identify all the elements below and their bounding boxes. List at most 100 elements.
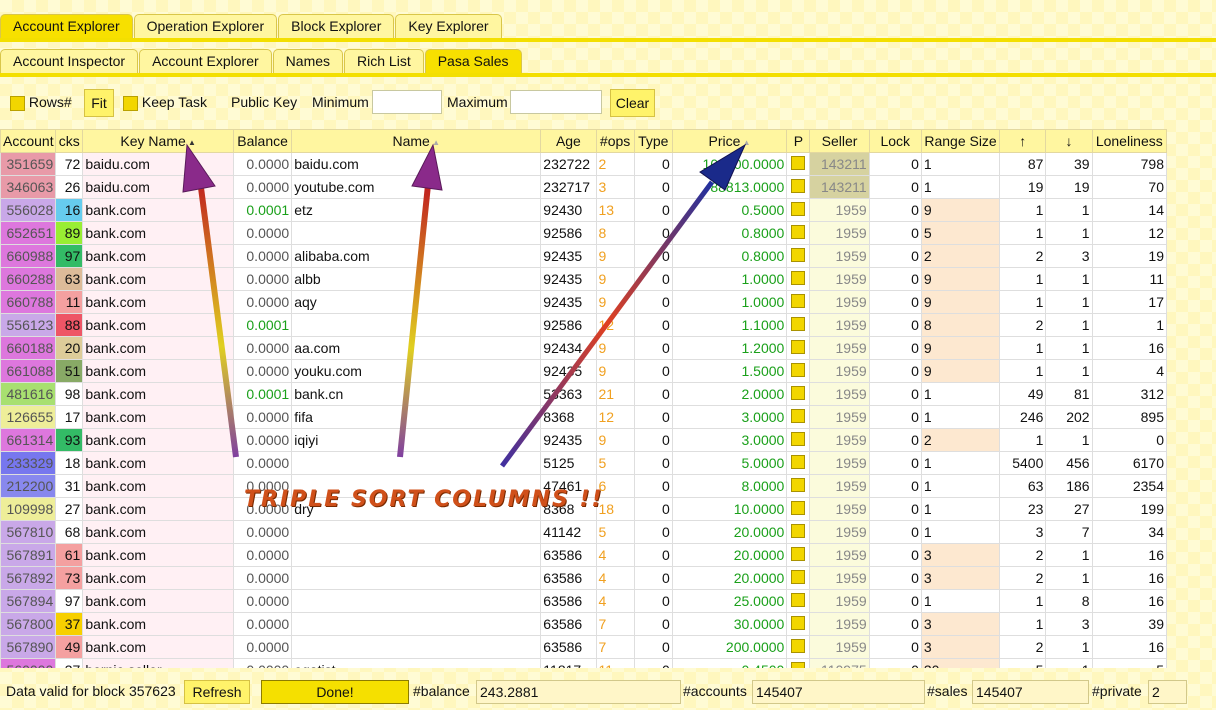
private-sale-checkbox[interactable] xyxy=(791,431,806,446)
col-header-name[interactable]: Name xyxy=(291,129,542,153)
col-header-lock[interactable]: Lock xyxy=(868,129,922,153)
private-sale-checkbox[interactable] xyxy=(791,615,806,630)
table-row[interactable]: 661314 93 bank.com 0.0000 iqiyi 92435 9 0 3.0000… xyxy=(0,428,1167,452)
keep-task-checkbox-group[interactable]: Keep Task xyxy=(123,89,207,115)
tab-names[interactable]: Names xyxy=(272,49,344,73)
private-sale-checkbox[interactable] xyxy=(791,339,806,354)
private-sale-checkbox[interactable] xyxy=(791,178,806,193)
table-row[interactable]: 567890 49 bank.com 0.0000 63586 7 0 200.0000 195… xyxy=(0,635,1167,659)
tab-block-explorer[interactable]: Block Explorer xyxy=(278,14,395,38)
table-row[interactable]: 126655 17 bank.com 0.0000 fifa 8368 12 0 3.0000 1… xyxy=(0,405,1167,429)
private-field[interactable]: 2 xyxy=(1148,680,1187,704)
private-sale-checkbox[interactable] xyxy=(791,224,806,239)
balance-field[interactable]: 243.2881 xyxy=(476,680,681,704)
private-sale-cell[interactable] xyxy=(786,382,811,406)
private-sale-checkbox[interactable] xyxy=(791,247,806,262)
col-header-range-size[interactable]: Range Size xyxy=(920,129,1001,153)
fit-button[interactable]: Fit xyxy=(84,89,114,117)
private-sale-cell[interactable] xyxy=(786,451,811,475)
private-sale-cell[interactable] xyxy=(786,635,811,659)
accounts-field[interactable]: 145407 xyxy=(752,680,925,704)
private-sale-checkbox[interactable] xyxy=(791,293,806,308)
rows-checkbox[interactable] xyxy=(10,95,25,111)
table-row[interactable]: 567894 97 bank.com 0.0000 63586 4 0 25.0000 1959… xyxy=(0,589,1167,613)
private-sale-checkbox[interactable] xyxy=(791,592,806,607)
table-row[interactable]: 481616 98 bank.com 0.0001 bank.cn 53363 21 0 2.0… xyxy=(0,382,1167,406)
private-sale-checkbox[interactable] xyxy=(791,408,806,423)
col-header-type[interactable]: Type xyxy=(633,129,673,153)
private-sale-cell[interactable] xyxy=(786,152,811,176)
private-sale-checkbox[interactable] xyxy=(791,477,806,492)
private-sale-cell[interactable] xyxy=(786,405,811,429)
clear-button[interactable]: Clear xyxy=(610,89,655,117)
private-sale-cell[interactable] xyxy=(786,520,811,544)
private-sale-cell[interactable] xyxy=(786,175,811,199)
private-sale-cell[interactable] xyxy=(786,359,811,383)
table-row[interactable]: 567800 37 bank.com 0.0000 63586 7 0 30.0000 1959… xyxy=(0,612,1167,636)
sales-field[interactable]: 145407 xyxy=(972,680,1089,704)
col-header-age[interactable]: Age xyxy=(540,129,597,153)
col-header-account[interactable]: Account xyxy=(0,129,57,153)
private-sale-cell[interactable] xyxy=(786,313,811,337)
col-header-balance[interactable]: Balance xyxy=(232,129,293,153)
col-header-loneliness[interactable]: Loneliness xyxy=(1091,129,1167,153)
table-row[interactable]: 233329 18 bank.com 0.0000 5125 5 0 5.0000 1959 0 1… xyxy=(0,451,1167,475)
private-sale-cell[interactable] xyxy=(786,543,811,567)
keep-task-checkbox[interactable] xyxy=(123,95,138,111)
tab-rich-list[interactable]: Rich List xyxy=(344,49,424,73)
tab-account-explorer-sub[interactable]: Account Explorer xyxy=(139,49,272,73)
table-row[interactable]: 660788 11 bank.com 0.0000 aqy 92435 9 0 1.0000 19… xyxy=(0,290,1167,314)
private-sale-cell[interactable] xyxy=(786,566,811,590)
private-sale-checkbox[interactable] xyxy=(791,270,806,285)
table-row[interactable]: 660988 97 bank.com 0.0000 alibaba.com 92435 9 0… xyxy=(0,244,1167,268)
table-row[interactable]: 56000037bernie.seller0.0000egatist118171… xyxy=(0,658,1167,668)
col-header-price[interactable]: Price xyxy=(671,129,788,153)
col-header-ops[interactable]: #ops xyxy=(595,129,635,153)
tab-account-inspector[interactable]: Account Inspector xyxy=(0,49,139,73)
private-sale-checkbox[interactable] xyxy=(791,385,806,400)
table-row[interactable]: 556028 16 bank.com 0.0001 etz 92430 13 0 0.5000 1… xyxy=(0,198,1167,222)
private-sale-cell[interactable] xyxy=(786,244,811,268)
progress-done-button[interactable]: Done! xyxy=(261,680,409,704)
private-sale-checkbox[interactable] xyxy=(791,523,806,538)
private-sale-cell[interactable] xyxy=(786,589,811,613)
private-sale-checkbox[interactable] xyxy=(791,661,806,668)
private-sale-cell[interactable] xyxy=(786,612,811,636)
col-header-p[interactable]: P xyxy=(786,129,811,153)
col-header-up[interactable]: ↑ xyxy=(999,129,1047,153)
col-header-key-name[interactable]: Key Name xyxy=(82,129,234,153)
tab-operation-explorer[interactable]: Operation Explorer xyxy=(133,14,278,38)
table-row[interactable]: 567892 73 bank.com 0.0000 63586 4 0 20.0000 1959… xyxy=(0,566,1167,590)
table-row[interactable]: 661088 51 bank.com 0.0000 youku.com 92435 9 0 1.… xyxy=(0,359,1167,383)
private-sale-checkbox[interactable] xyxy=(791,316,806,331)
pasa-sales-grid[interactable]: Account cks Key Name Balance Name Age #o… xyxy=(0,129,1167,668)
col-header-seller[interactable]: Seller xyxy=(809,129,870,153)
private-sale-cell[interactable] xyxy=(786,497,811,521)
maximum-input[interactable] xyxy=(510,90,602,114)
private-sale-cell[interactable] xyxy=(786,221,811,245)
table-row[interactable]: 660288 63 bank.com 0.0000 albb 92435 9 0 1.0000 1… xyxy=(0,267,1167,291)
private-sale-cell[interactable] xyxy=(786,198,811,222)
private-sale-cell[interactable] xyxy=(786,336,811,360)
tab-key-explorer[interactable]: Key Explorer xyxy=(395,14,502,38)
table-row[interactable]: 567891 61 bank.com 0.0000 63586 4 0 20.0000 1959… xyxy=(0,543,1167,567)
private-sale-checkbox[interactable] xyxy=(791,454,806,469)
rows-checkbox-group[interactable]: Rows# xyxy=(10,89,72,115)
table-row[interactable]: 351659 72 baidu.com 0.0000 baidu.com 232722 2 0… xyxy=(0,152,1167,176)
private-sale-cell[interactable] xyxy=(786,267,811,291)
table-row[interactable]: 660188 20 bank.com 0.0000 aa.com 92434 9 0 1.200… xyxy=(0,336,1167,360)
col-header-cks[interactable]: cks xyxy=(55,129,84,153)
private-sale-checkbox[interactable] xyxy=(791,569,806,584)
private-sale-checkbox[interactable] xyxy=(791,155,806,170)
private-sale-cell[interactable] xyxy=(786,658,811,668)
private-sale-checkbox[interactable] xyxy=(791,546,806,561)
private-sale-cell[interactable] xyxy=(786,290,811,314)
refresh-button[interactable]: Refresh xyxy=(184,680,250,704)
minimum-input[interactable] xyxy=(372,90,442,114)
private-sale-checkbox[interactable] xyxy=(791,500,806,515)
table-row[interactable]: 567810 68 bank.com 0.0000 41142 5 0 20.0000 1959… xyxy=(0,520,1167,544)
private-sale-cell[interactable] xyxy=(786,428,811,452)
private-sale-checkbox[interactable] xyxy=(791,638,806,653)
tab-pasa-sales[interactable]: Pasa Sales xyxy=(424,49,522,73)
table-row[interactable]: 652651 89 bank.com 0.0000 92586 8 0 0.8000 1959 0… xyxy=(0,221,1167,245)
